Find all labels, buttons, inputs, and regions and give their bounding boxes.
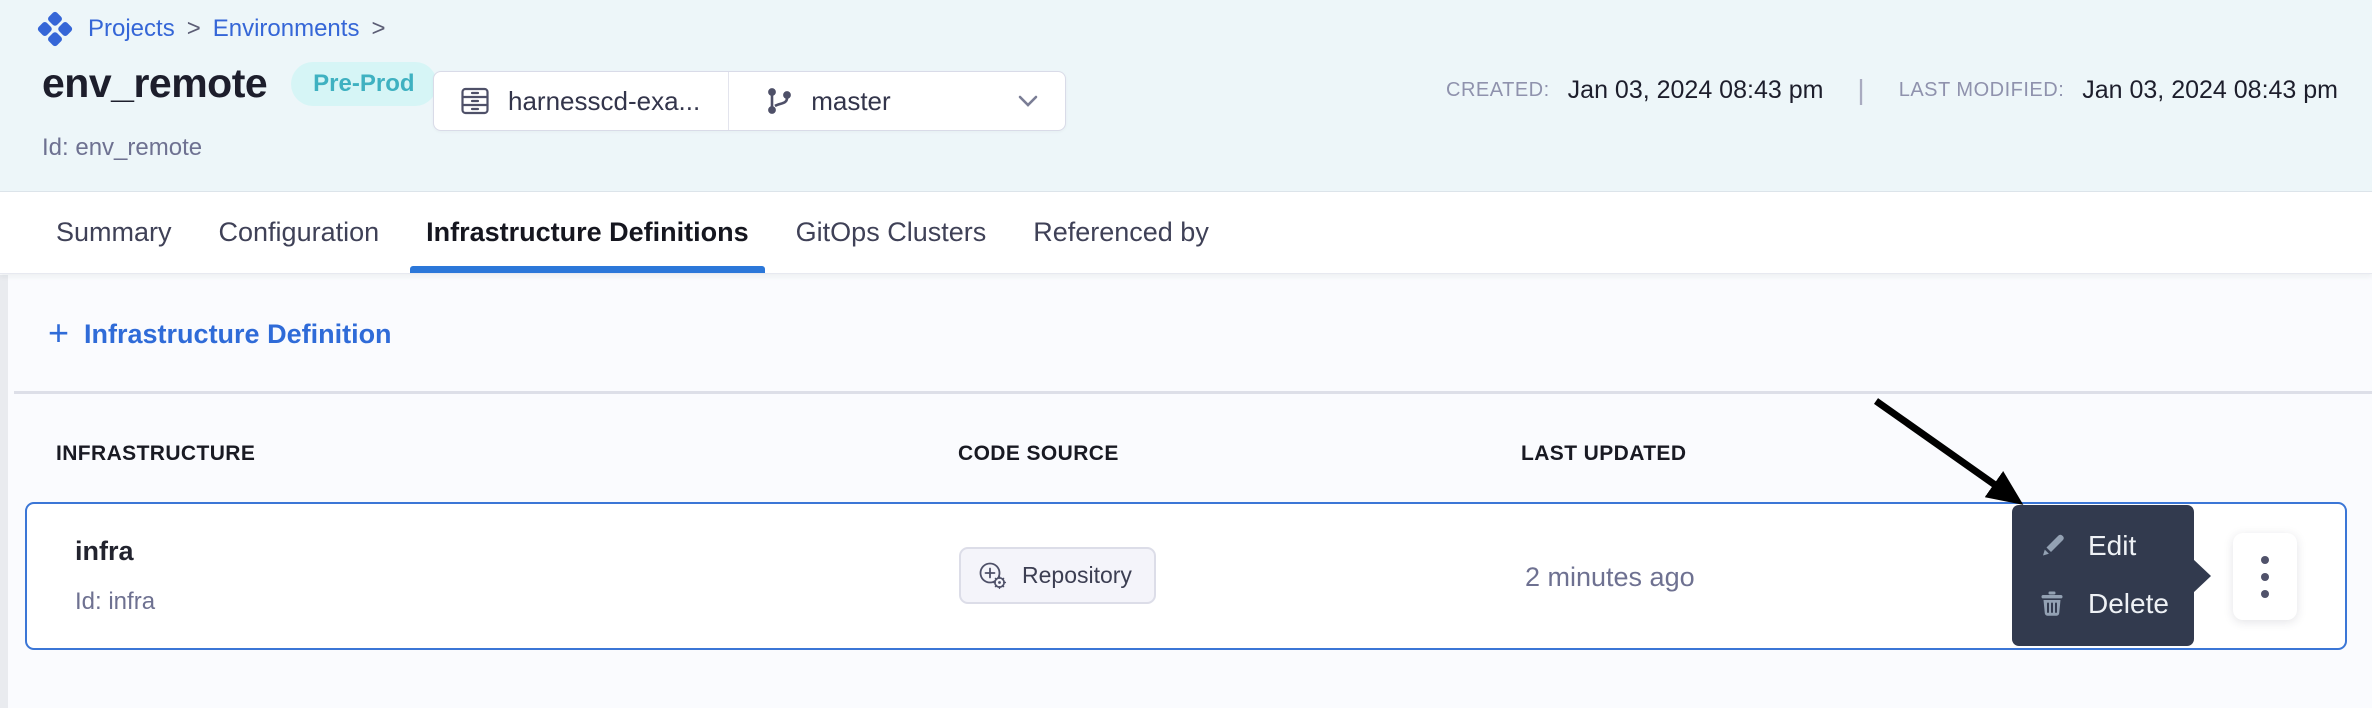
last-updated-value: 2 minutes ago [1525, 562, 1695, 593]
infrastructure-name: infra [75, 536, 134, 567]
tab-infrastructure-definitions[interactable]: Infrastructure Definitions [426, 192, 749, 273]
row-context-menu: Edit Delete [2012, 505, 2194, 646]
created-label: CREATED: [1446, 79, 1550, 102]
environment-type-badge: Pre-Prod [291, 62, 436, 106]
page-title: env_remote [42, 60, 267, 107]
column-header-last-updated: LAST UPDATED [1521, 442, 1686, 466]
last-modified-value: Jan 03, 2024 08:43 pm [2082, 76, 2338, 105]
metadata-bar: CREATED: Jan 03, 2024 08:43 pm | LAST MO… [1446, 74, 2338, 106]
section-divider [14, 391, 2372, 394]
table-row[interactable]: infra Id: infra Repository 2 minutes ago [25, 502, 2347, 650]
plus-icon: + [48, 315, 69, 351]
trash-icon [2036, 588, 2068, 620]
column-header-code-source: CODE SOURCE [958, 442, 1119, 466]
row-options-button[interactable] [2233, 533, 2297, 620]
branch-name: master [811, 86, 890, 117]
breadcrumb-projects[interactable]: Projects [88, 15, 175, 43]
harness-project-icon [34, 8, 76, 50]
remote-repository-icon [977, 560, 1009, 592]
add-infrastructure-definition-button[interactable]: + Infrastructure Definition [48, 318, 392, 351]
tab-configuration[interactable]: Configuration [219, 192, 380, 273]
pencil-icon [2036, 530, 2068, 562]
code-source-chip: Repository [959, 547, 1156, 604]
git-context-selector: harnesscd-exa... master [433, 71, 1066, 131]
meta-divider: | [1857, 74, 1864, 106]
breadcrumb: Projects > Environments > [34, 8, 385, 50]
tab-summary[interactable]: Summary [56, 192, 172, 273]
repo-selector[interactable]: harnesscd-exa... [434, 72, 729, 130]
repo-name: harnesscd-exa... [508, 86, 700, 117]
breadcrumb-separator: > [187, 15, 201, 43]
branch-selector[interactable]: master [729, 85, 1064, 117]
tab-bar: Summary Configuration Infrastructure Def… [0, 192, 2372, 274]
left-edge-strip [0, 275, 8, 708]
chevron-down-icon [1017, 94, 1039, 108]
last-modified-label: LAST MODIFIED: [1899, 79, 2065, 102]
tab-gitops-clusters[interactable]: GitOps Clusters [796, 192, 987, 273]
environment-id: Id: env_remote [42, 134, 202, 162]
created-value: Jan 03, 2024 08:43 pm [1568, 76, 1824, 105]
git-branch-icon [763, 85, 795, 117]
tab-referenced-by[interactable]: Referenced by [1033, 192, 1209, 273]
code-source-label: Repository [1022, 562, 1132, 589]
menu-item-edit[interactable]: Edit [2012, 517, 2194, 575]
kebab-icon [2261, 556, 2269, 564]
infrastructure-id: Id: infra [75, 588, 155, 616]
menu-item-delete[interactable]: Delete [2012, 575, 2194, 633]
repository-icon [458, 84, 492, 118]
breadcrumb-environments[interactable]: Environments [213, 15, 360, 43]
column-header-infrastructure: INFRASTRUCTURE [56, 442, 255, 466]
page-header: Projects > Environments > env_remote Pre… [0, 0, 2372, 192]
breadcrumb-separator: > [371, 15, 385, 43]
